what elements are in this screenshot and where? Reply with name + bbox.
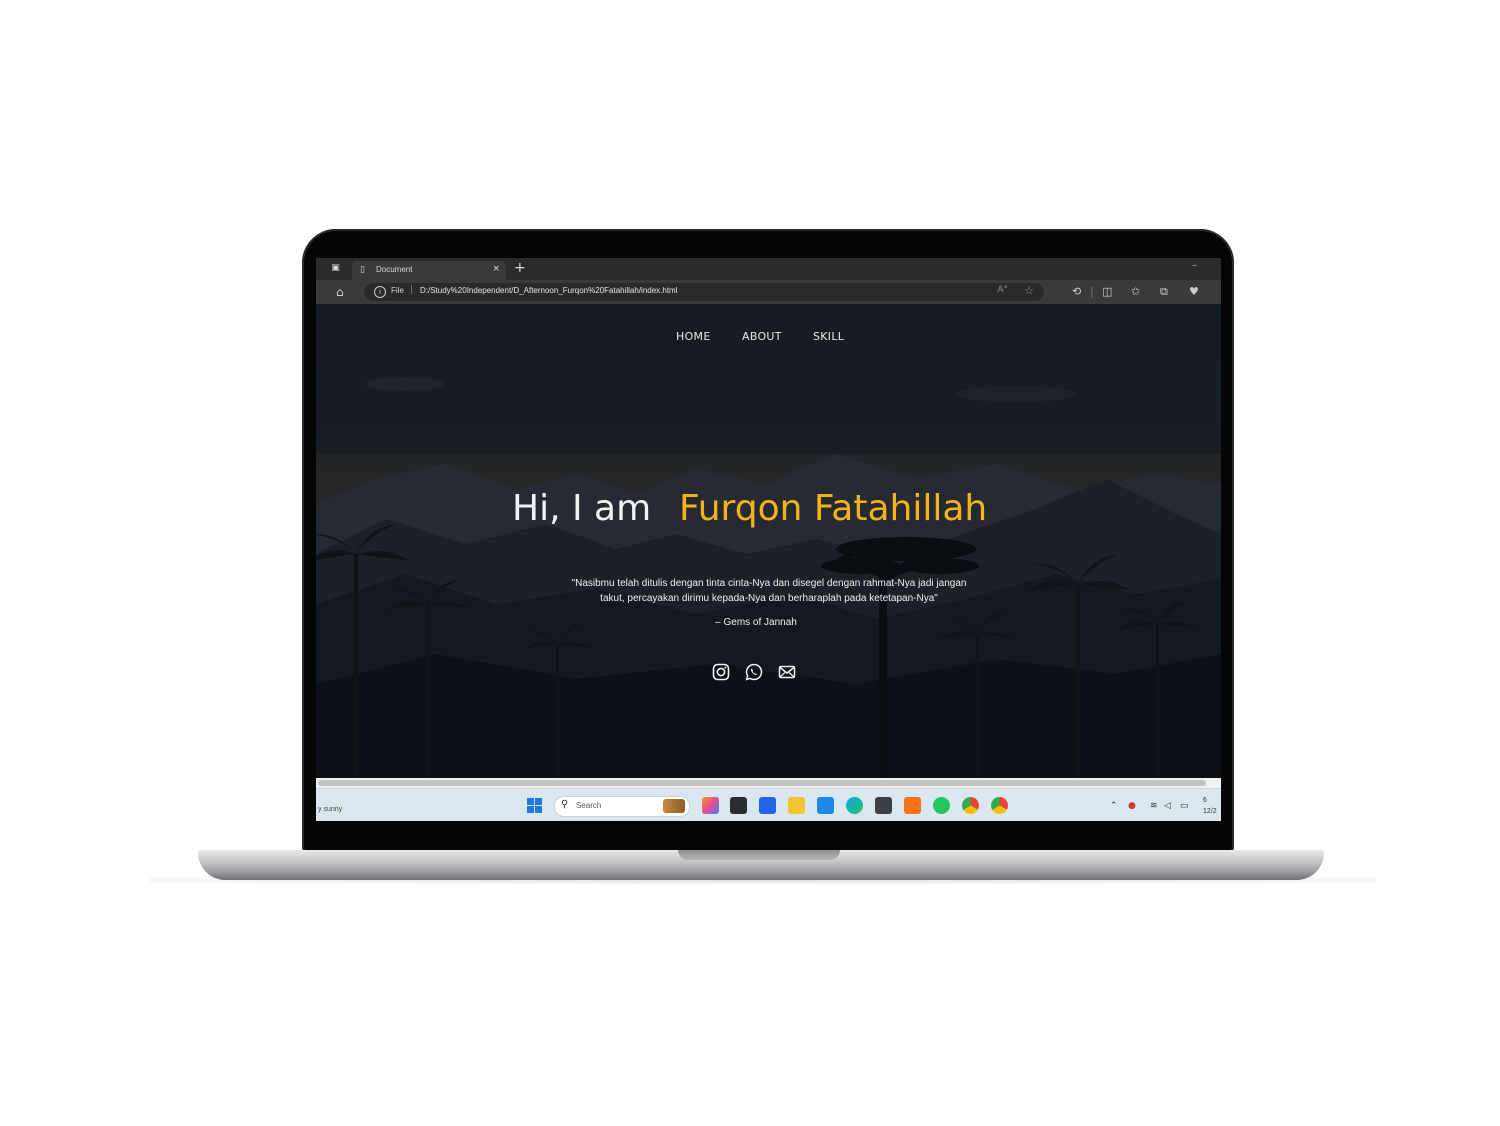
chrome-icon[interactable] <box>962 797 979 814</box>
url-separator: | <box>410 285 414 295</box>
copilot-app-icon[interactable] <box>702 797 719 814</box>
quote-source: – Gems of Jannah <box>715 617 797 628</box>
weather-widget[interactable]: y sunny <box>318 806 342 813</box>
chrome-profile-icon[interactable] <box>991 797 1008 814</box>
toolbar-divider: | <box>1090 285 1094 298</box>
home-icon[interactable]: ⌂ <box>336 285 344 299</box>
site-nav: HOME ABOUT SKILL <box>316 330 1221 346</box>
address-bar[interactable]: i File | D:/Study%20Independent/D_Aftern… <box>364 283 1044 301</box>
quote-line-2: takut, percayakan dirimu kepada-Nya dan … <box>600 593 938 604</box>
app-icon[interactable] <box>875 797 892 814</box>
search-icon: ⚲ <box>561 799 569 810</box>
close-tab-icon[interactable]: × <box>492 264 500 274</box>
screen: ▣ ▯ Document × + – ⌂ i File | D:/Study%2… <box>316 258 1221 821</box>
chevron-up-icon[interactable]: ⌃ <box>1110 801 1118 811</box>
forest-background <box>316 377 1221 778</box>
hero-heading: Hi, I am Furqon Fatahillah <box>316 488 1221 534</box>
scrollbar-thumb[interactable] <box>318 780 1206 786</box>
url-scheme: File <box>391 286 404 295</box>
favorites-icon[interactable]: ✩ <box>1131 285 1140 299</box>
instagram-icon[interactable] <box>712 663 730 681</box>
whatsapp-icon[interactable] <box>745 663 763 681</box>
url-text[interactable]: D:/Study%20Independent/D_Afternoon_Furqo… <box>420 286 678 295</box>
battery-icon[interactable]: ▭ <box>1180 801 1189 811</box>
address-row: ⌂ i File | D:/Study%20Independent/D_Afte… <box>316 280 1221 304</box>
nav-skill[interactable]: SKILL <box>813 330 844 343</box>
file-explorer-icon[interactable] <box>788 797 805 814</box>
taskbar-search[interactable]: ⚲ Search <box>554 796 690 817</box>
split-screen-icon[interactable]: ◫ <box>1102 285 1112 299</box>
wifi-icon[interactable]: ≋ <box>1150 801 1158 811</box>
hero-greeting: Hi, I am <box>512 488 652 529</box>
browser-tab-strip: ▣ ▯ Document × + – <box>316 258 1221 280</box>
minimize-icon[interactable]: – <box>1192 260 1197 271</box>
nav-about[interactable]: ABOUT <box>742 330 782 343</box>
xampp-icon[interactable] <box>904 797 921 814</box>
search-highlight-icon <box>663 799 685 813</box>
tab-actions-icon[interactable]: ▣ <box>330 263 341 274</box>
mail-icon[interactable] <box>778 663 796 681</box>
search-placeholder: Search <box>576 801 602 810</box>
quote-line-1: "Nasibmu telah ditulis dengan tinta cint… <box>571 578 967 589</box>
vscode-icon[interactable] <box>817 797 834 814</box>
nav-home[interactable]: HOME <box>676 330 711 343</box>
clock-time: 6 <box>1203 797 1207 804</box>
copilot-icon[interactable]: ♥ <box>1189 285 1199 299</box>
laptop-notch <box>678 850 840 860</box>
edge-icon[interactable] <box>846 797 863 814</box>
collections-icon[interactable]: ⧉ <box>1160 285 1168 299</box>
security-icon[interactable]: ● <box>1128 801 1136 811</box>
taskbar: y sunny ⚲ Search ⌃ ● ≋ ◁ ▭ 6 12/2 <box>316 788 1221 821</box>
quote: "Nasibmu telah ditulis dengan tinta cint… <box>530 576 1008 606</box>
clock-date: 12/2 <box>1203 808 1217 815</box>
extensions-icon[interactable]: ⟲ <box>1072 285 1081 299</box>
hero-name: Furqon Fatahillah <box>679 488 988 529</box>
favorite-star-icon[interactable]: ☆ <box>1024 284 1034 297</box>
clock[interactable]: 6 12/2 <box>1203 795 1217 817</box>
volume-icon[interactable]: ◁ <box>1164 801 1171 811</box>
document-icon: ▯ <box>360 265 365 275</box>
task-view-icon[interactable] <box>730 797 747 814</box>
store-icon[interactable] <box>759 797 776 814</box>
new-tab-icon[interactable]: + <box>514 260 526 276</box>
web-page: HOME ABOUT SKILL Hi, I am Furqon Fatahil… <box>316 304 1221 778</box>
tab-title: Document <box>376 265 413 274</box>
start-icon[interactable] <box>526 797 543 814</box>
read-aloud-icon[interactable]: A° <box>997 285 1008 295</box>
whatsapp-app-icon[interactable] <box>933 797 950 814</box>
horizontal-scrollbar[interactable] <box>316 778 1221 788</box>
browser-tab[interactable]: ▯ Document × <box>352 261 506 280</box>
info-icon[interactable]: i <box>374 286 386 298</box>
